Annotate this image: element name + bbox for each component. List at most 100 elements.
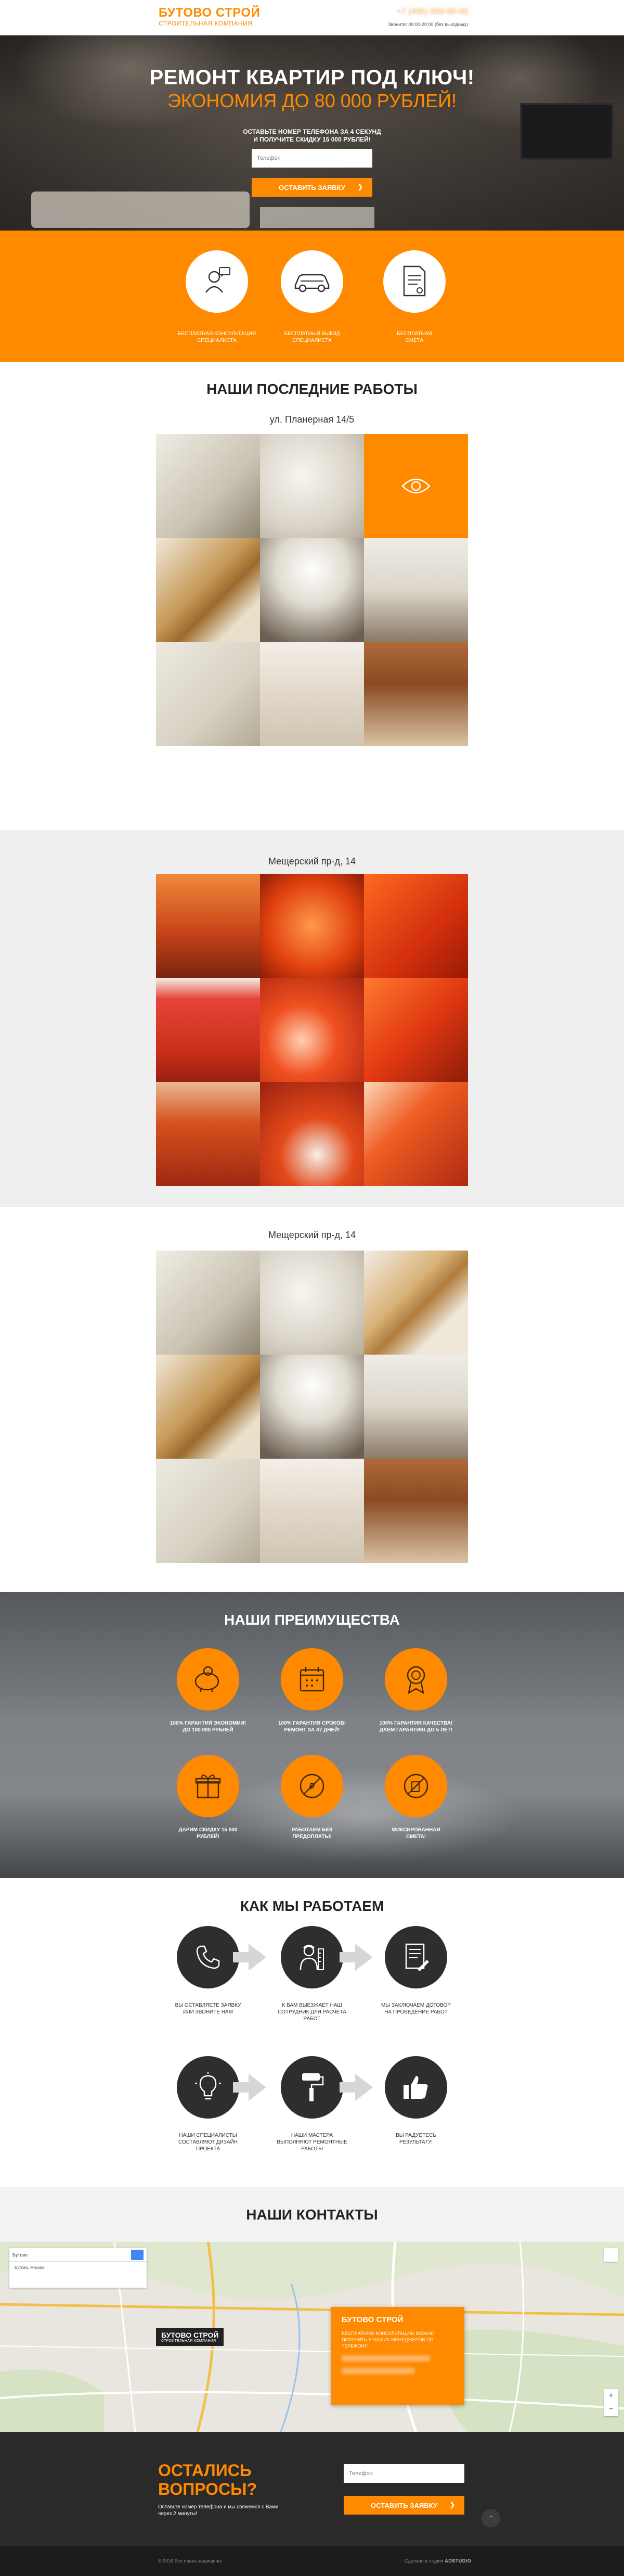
chevron-right-icon: ❯ <box>449 2501 455 2508</box>
hero-note: ОСТАВЬТЕ НОМЕР ТЕЛЕФОНА ЗА 4 СЕКУНД И ПО… <box>0 128 624 144</box>
step-label: НАШИ МАСТЕРА ВЫПОЛНЯЮТ РЕМОНТНЫЕ РАБОТЫ <box>260 2132 364 2152</box>
photo[interactable] <box>156 642 260 746</box>
photo-grid <box>156 874 468 1186</box>
photo[interactable] <box>364 874 468 978</box>
photo[interactable] <box>260 1459 364 1563</box>
photo[interactable] <box>364 538 468 642</box>
map-search-bar[interactable]: Бутово <box>9 2248 147 2262</box>
advantage-label: 100% ГАРАНТИЯ СРОКОВ! РЕМОНТ ЗА 47 ДНЕЙ! <box>255 1720 369 1733</box>
photo[interactable] <box>156 1082 260 1186</box>
photo-hover-overlay[interactable] <box>364 434 468 538</box>
contact-card-phone-redacted <box>342 2355 430 2362</box>
cta-title-line1: ОСТАЛИСЬ <box>158 2461 252 2480</box>
photo[interactable] <box>260 538 364 642</box>
photo[interactable] <box>156 978 260 1082</box>
step-line2: ИЛИ ЗВОНИТЕ НАМ <box>183 2009 233 2015</box>
hero-note-line1: ОСТАВЬТЕ НОМЕР ТЕЛЕФОНА ЗА 4 СЕКУНД <box>243 128 381 135</box>
step-item: ВЫ РАДУЕТЕСЬ РЕЗУЛЬТАТУ! <box>364 2056 468 2146</box>
photo[interactable] <box>364 1459 468 1563</box>
paint-roller-icon <box>281 2056 343 2119</box>
step-line2: СОТРУДНИК ДЛЯ РАСЧЕТА <box>278 2009 346 2015</box>
project-title: ул. Планерная 14/5 <box>269 414 355 425</box>
step-line1: ВЫ ОСТАВЛЯЕТЕ ЗАЯВКУ <box>175 2003 241 2008</box>
map-marker-subtitle: СТРОИТЕЛЬНАЯ КОМПАНИЯ <box>161 2339 216 2343</box>
step-line1: МЫ ЗАКЛЮЧАЕМ ДОГОВОР <box>381 2003 451 2008</box>
photo[interactable] <box>364 1355 468 1459</box>
hero-subtitle: ЭКОНОМИЯ ДО 80 000 РУБЛЕЙ! <box>167 90 457 111</box>
photo[interactable] <box>364 1082 468 1186</box>
step-line1: К ВАМ ВЫЕЗЖАЕТ НАШ <box>282 2003 342 2008</box>
hero-phone-input[interactable] <box>252 149 372 168</box>
advantage-item: ДАРИМ СКИДКУ 15 000 РУБЛЕЙ! <box>151 1755 265 1840</box>
map-zoom-control[interactable]: + − <box>604 2389 618 2416</box>
phone-icon <box>177 1926 239 1988</box>
header-phone[interactable]: +7 (495) 000-00-00 <box>388 7 468 17</box>
photo[interactable] <box>364 642 468 746</box>
step-line2: РЕЗУЛЬТАТУ! <box>399 2139 433 2145</box>
step-line2: СОСТАВЛЯЮТ ДИЗАЙН <box>178 2139 238 2145</box>
photo[interactable] <box>260 1082 364 1186</box>
contacts-section: НАШИ КОНТАКТЫ <box>0 2187 624 2242</box>
photo[interactable] <box>156 1355 260 1459</box>
quality-medal-icon <box>385 1648 447 1711</box>
map-marker[interactable]: БУТОВО СТРОЙ СТРОИТЕЛЬНАЯ КОМПАНИЯ <box>156 2328 224 2346</box>
cta-submit-button[interactable]: ОСТАВИТЬ ЗАЯВКУ ❯ <box>344 2496 464 2515</box>
copyright: © 2016 Все права защищены <box>158 2558 222 2564</box>
header-contacts: +7 (495) 000-00-00 Звоните: 09:00-20:00 … <box>388 7 468 27</box>
contact-card-email-redacted <box>342 2368 414 2374</box>
advantage-label: 100% ГАРАНТИЯ КАЧЕСТВА! ДАЕМ ГАРАНТИЮ ДО … <box>359 1720 473 1733</box>
photo[interactable] <box>260 874 364 978</box>
contact-card-title: БУТОВО СТРОЙ <box>342 2315 404 2324</box>
feature-line1: БЕСПЛАТНАЯ <box>397 331 432 337</box>
step-line1: ВЫ РАДУЕТЕСЬ <box>396 2133 436 2138</box>
feature-line2: СПЕЦИАЛИСТА <box>197 338 237 343</box>
made-by-label: Сделано в студии <box>405 2558 444 2564</box>
chevron-right-icon: ❯ <box>357 183 363 190</box>
car-icon <box>281 250 343 313</box>
footer: © 2016 Все права защищены Сделано в студ… <box>0 2546 624 2576</box>
advantage-item: 100% ГАРАНТИЯ КАЧЕСТВА! ДАЕМ ГАРАНТИЮ ДО … <box>359 1648 473 1733</box>
advantage-line1: ДАРИМ СКИДКУ 15 000 <box>178 1827 238 1833</box>
photo[interactable] <box>364 978 468 1082</box>
map-search-box[interactable]: Бутово Бутово, Москва <box>9 2248 147 2288</box>
scroll-to-top-icon[interactable]: ⌃ <box>482 2509 500 2528</box>
contract-icon <box>385 1926 447 1988</box>
advantage-line1: 100% ГАРАНТИЯ КАЧЕСТВА! <box>379 1720 453 1726</box>
map-marker-title: БУТОВО СТРОЙ <box>161 2331 219 2339</box>
logo[interactable]: БУТОВО СТРОЙ СТРОИТЕЛЬНАЯ КОМПАНИЯ <box>159 6 260 28</box>
photo[interactable] <box>260 642 364 746</box>
advantage-item: 100% ГАРАНТИЯ СРОКОВ! РЕМОНТ ЗА 47 ДНЕЙ! <box>255 1648 369 1733</box>
step-label: МЫ ЗАКЛЮЧАЕМ ДОГОВОР НА ПРОВЕДЕНИЕ РАБОТ <box>364 2002 468 2016</box>
step-item: ВЫ ОСТАВЛЯЕТЕ ЗАЯВКУ ИЛИ ЗВОНИТЕ НАМ <box>156 1926 260 2016</box>
photo[interactable] <box>260 978 364 1082</box>
photo[interactable] <box>364 1251 468 1355</box>
advantage-line1: ФИКСИРОВАННАЯ <box>392 1827 440 1833</box>
hero-submit-label: ОСТАВИТЬ ЗАЯВКУ <box>279 183 345 192</box>
map[interactable]: Бутово Бутово, Москва БУТОВО СТРОЙ СТРОИ… <box>0 2242 624 2432</box>
search-icon[interactable] <box>131 2249 144 2260</box>
photo[interactable] <box>156 1459 260 1563</box>
engineer-icon <box>281 1926 343 1988</box>
cta-phone-input[interactable] <box>344 2464 464 2483</box>
step-line1: НАШИ СПЕЦИАЛИСТЫ <box>179 2133 237 2138</box>
photo[interactable] <box>156 1251 260 1355</box>
lightbulb-icon <box>177 2056 239 2119</box>
logo-subtitle: СТРОИТЕЛЬНАЯ КОМПАНИЯ <box>159 20 253 27</box>
photo[interactable] <box>156 874 260 978</box>
feature-line2: СПЕЦИАЛИСТА <box>292 338 332 343</box>
photo[interactable] <box>156 538 260 642</box>
cta-title: ОСТАЛИСЬ ВОПРОСЫ? <box>158 2461 257 2498</box>
fullscreen-icon[interactable] <box>604 2248 618 2262</box>
photo[interactable] <box>260 434 364 538</box>
map-search-result[interactable]: Бутово, Москва <box>9 2262 147 2274</box>
cta-note: Оставьте номер телефона и мы свяжемся с … <box>158 2504 279 2517</box>
photo[interactable] <box>260 1251 364 1355</box>
project-1: ул. Планерная 14/5 <box>0 414 624 830</box>
made-by[interactable]: Сделано в студии ADSTUDIO <box>405 2558 471 2564</box>
zoom-out-icon[interactable]: − <box>604 2403 618 2416</box>
photo[interactable] <box>260 1355 364 1459</box>
advantage-line1: 100% ГАРАНТИЯ ЭКОНОМИИ! <box>170 1720 246 1726</box>
zoom-in-icon[interactable]: + <box>604 2389 618 2403</box>
hero-submit-button[interactable]: ОСТАВИТЬ ЗАЯВКУ ❯ <box>252 178 372 197</box>
photo[interactable] <box>156 434 260 538</box>
